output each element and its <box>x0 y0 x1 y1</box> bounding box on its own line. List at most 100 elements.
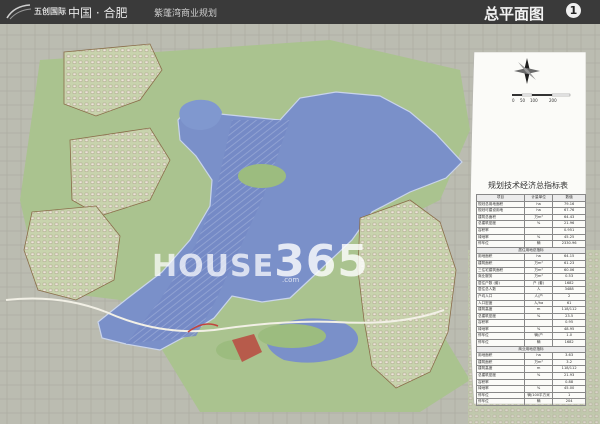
table-cell: 辆 <box>523 398 554 406</box>
table-cell: 1682 <box>552 279 586 288</box>
table-cell: 停车位 <box>476 398 525 406</box>
table-row: 容积率 0.95 <box>476 319 586 327</box>
table-cell: 商业服务 <box>476 273 525 281</box>
table-cell: 建筑面积 <box>476 259 525 268</box>
table-row: 建筑高度 m 118/112 <box>476 365 586 374</box>
table-row: 规划总用地面积 ha 79.16 <box>476 200 586 209</box>
table-cell: 118/112 <box>552 365 586 374</box>
section-header-row: 商业用地总指标 <box>476 345 586 354</box>
table-cell: ha <box>523 253 554 261</box>
table-cell: 万m² <box>523 259 554 268</box>
table-cell: 3488 <box>552 286 586 294</box>
table-cell: 人/ha <box>523 299 554 308</box>
table-cell: % <box>523 312 554 321</box>
table-cell: 48.95 <box>552 325 586 334</box>
watermark: HOUSE365 <box>152 236 369 287</box>
table-cell: 60.06 <box>552 266 586 275</box>
table-row: 居住户数 (套) 户 (套) 1682 <box>476 279 586 288</box>
table-row: 户均人口 人/户 2 <box>476 292 586 301</box>
table-cell: 建筑高度 <box>476 306 525 314</box>
table-cell: 居住总人数 <box>476 286 525 294</box>
map-title: 总平面图 <box>484 5 545 23</box>
table-row: 停车位辆 1682 <box>476 339 586 347</box>
scale-label: 200 <box>549 98 557 103</box>
table-cell: 规划总用地面积 <box>476 200 525 209</box>
table-cell: 总建筑密度 <box>476 372 525 380</box>
table-cell: 建筑面积 <box>476 358 525 367</box>
table-cell: 建筑高度 <box>476 365 525 374</box>
table-cell: 21.93 <box>552 372 586 380</box>
table-row: 容积率 0.951 <box>476 226 586 235</box>
table-cell: % <box>523 233 554 242</box>
table-cell <box>523 319 554 327</box>
table-row: 商业服务 万m² 0.53 <box>476 273 586 281</box>
table-cell: 停车位 <box>476 391 525 400</box>
header-bar: 五创国际 中国 · 合肥 紫蓬湾商业规划 总平面图 1 <box>0 0 600 25</box>
table-cell: 容积率 <box>476 319 525 327</box>
master-plan-sheet: 五创国际 中国 · 合肥 紫蓬湾商业规划 总平面图 1 0 50 100 200… <box>0 0 600 424</box>
table-row: 用地面积 ha 3.63 <box>476 352 586 360</box>
table-cell: 停车位 <box>476 240 525 248</box>
column-header: 项目 <box>476 194 525 202</box>
table-cell: % <box>523 325 554 334</box>
table-cell: ha <box>523 352 554 360</box>
table-cell: 64.15 <box>552 253 586 261</box>
table-cell: 规划可建设用地 <box>476 207 525 215</box>
column-header: 数值 <box>552 194 586 202</box>
table-cell: 3.63 <box>552 352 586 360</box>
table-cell: 1.0 <box>552 332 586 341</box>
scale-label: 0 <box>512 98 515 103</box>
table-row: 建筑总面积 万m² 64.43 <box>476 213 586 222</box>
table-cell: 61.23 <box>552 259 586 268</box>
table-row: 规划可建设用地 ha 67.76 <box>476 207 586 215</box>
table-cell: 64.43 <box>552 213 586 222</box>
table-cell: 总建筑密度 <box>476 312 525 321</box>
column-header: 计量单位 <box>523 194 554 202</box>
table-cell: 三住宅建筑面积 <box>476 266 525 275</box>
location-title: 中国 · 合肥 <box>68 6 128 20</box>
table-cell: 21.96 <box>552 220 586 228</box>
table-row: 停车位 辆/户 1.0 <box>476 332 586 341</box>
table-cell: % <box>523 220 554 228</box>
table-cell: 容积率 <box>476 378 525 387</box>
table-row: 停车位辆 204 <box>476 398 586 406</box>
table-row: 建筑面积 万m² 3.2 <box>476 358 586 367</box>
map-number-badge: 1 <box>566 3 581 18</box>
brand-name: 五创国际 <box>34 7 66 16</box>
table-header-row: 项目 计量单位 数值 <box>476 194 586 202</box>
table-cell: 辆/户 <box>523 332 554 341</box>
table-cell: 停车位 <box>476 332 525 341</box>
indicator-table: 项目 计量单位 数值 规划总用地面积 ha 79.16 规划可建设用地 ha 67.76… <box>476 194 586 406</box>
table-row: 三住宅建筑面积 万m² 60.06 <box>476 266 586 275</box>
table-cell: 61 <box>552 299 586 308</box>
table-cell: 绿地率 <box>476 385 525 393</box>
table-cell: 1682 <box>552 339 586 347</box>
table-cell: 总建筑密度 <box>476 220 525 228</box>
table-cell <box>523 226 554 235</box>
table-cell: 0.53 <box>552 273 586 281</box>
table-row: 居住总人数人 3488 <box>476 286 586 294</box>
table-cell: 辆 <box>523 339 554 347</box>
section-title: 商业用地总指标 <box>476 345 586 354</box>
table-cell: 用地面积 <box>476 253 525 261</box>
table-cell: 人口密度 <box>476 299 525 308</box>
table-cell: 万m² <box>523 273 554 281</box>
table-cell: 建筑总面积 <box>476 213 525 222</box>
table-cell: 居住户数 (套) <box>476 279 525 288</box>
table-cell: 人/户 <box>523 292 554 301</box>
table-cell: 户 (套) <box>523 279 554 288</box>
table-cell: 辆 <box>523 240 554 248</box>
table-cell: 79.16 <box>552 200 586 209</box>
logo-icon <box>6 4 32 20</box>
table-cell: 万m² <box>523 213 554 222</box>
table-row: 建筑面积 万m² 61.23 <box>476 259 586 268</box>
table-cell: 67.76 <box>552 207 586 215</box>
table-cell: 118/112 <box>552 306 586 314</box>
watermark-text: HOUSE <box>152 249 275 284</box>
table-cell: 45.00 <box>552 385 586 393</box>
table-cell: % <box>523 385 554 393</box>
table-row: 停车位辆 2330.96 <box>476 240 586 248</box>
table-cell: 0.88 <box>552 378 586 387</box>
table-cell: 户均人口 <box>476 292 525 301</box>
table-cell: 用地面积 <box>476 352 525 360</box>
